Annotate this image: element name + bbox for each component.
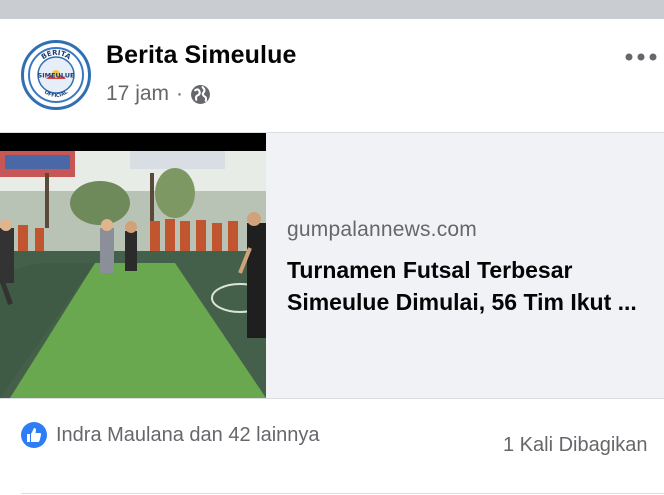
page-avatar[interactable]: BERITA SIMEULUE OFFICIAL bbox=[21, 40, 91, 110]
post-meta: 17 jam · bbox=[106, 82, 211, 106]
share-count-text: 1 Kali Dibagikan bbox=[503, 434, 648, 456]
link-preview-card[interactable]: gumpalannews.com Turnamen Futsal Terbesa… bbox=[0, 132, 664, 399]
meta-separator: · bbox=[176, 82, 184, 105]
link-title-line-2: Simeulue Dimulai, 56 Tim Ikut ... bbox=[287, 289, 637, 315]
avatar-text-top: BERITA bbox=[40, 49, 73, 62]
page-name[interactable]: Berita Simeulue bbox=[106, 41, 296, 70]
link-title: Turnamen Futsal Terbesar Simeulue Dimula… bbox=[287, 254, 664, 318]
link-text-panel: gumpalannews.com Turnamen Futsal Terbesa… bbox=[266, 133, 664, 398]
action-divider bbox=[21, 493, 664, 494]
post-time[interactable]: 17 jam bbox=[106, 82, 169, 106]
top-bar bbox=[0, 0, 664, 19]
link-domain: gumpalannews.com bbox=[287, 218, 477, 241]
globe-icon bbox=[190, 84, 211, 105]
link-thumbnail bbox=[0, 133, 266, 398]
svg-text:OFFICIAL: OFFICIAL bbox=[43, 89, 70, 99]
like-icon bbox=[21, 422, 47, 448]
svg-text:BERITA: BERITA bbox=[40, 49, 73, 62]
reaction-names: Indra Maulana dan 42 lainnya bbox=[56, 423, 320, 446]
feed-post: BERITA SIMEULUE OFFICIAL Berita Simeulue… bbox=[0, 19, 664, 495]
link-title-line-1: Turnamen Futsal Terbesar bbox=[287, 257, 573, 283]
avatar-text-bottom: OFFICIAL bbox=[43, 89, 70, 99]
avatar-text-middle: SIMEULUE bbox=[38, 72, 75, 80]
reactions-summary[interactable]: Indra Maulana dan 42 lainnya bbox=[21, 421, 320, 449]
more-options-icon[interactable] bbox=[625, 49, 657, 61]
